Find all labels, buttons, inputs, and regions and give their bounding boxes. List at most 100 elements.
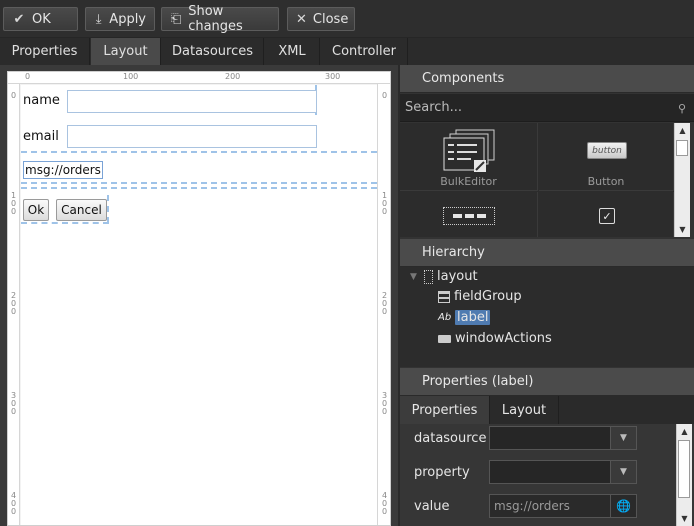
ruler-tick: 100	[123, 72, 139, 81]
ruler-tick: 300	[382, 391, 388, 416]
layout-icon	[424, 269, 433, 284]
toolbar: ✔ OK ⤓ Apply ⎗ Show changes ✕ Close	[0, 0, 694, 38]
layout-canvas-area: 0 100 200 300 0 100 200 300 400 0 100 20…	[0, 65, 398, 526]
right-panel: Components Search... ⚲ BulkEditor button…	[400, 65, 694, 526]
value-input[interactable]: msg://orders 🌐	[489, 494, 637, 518]
search-icon: ⚲	[677, 102, 686, 115]
canvas-ok-button[interactable]: Ok	[23, 199, 49, 221]
scrollbar-thumb[interactable]	[676, 140, 688, 156]
scroll-down-icon[interactable]: ▼	[675, 225, 690, 234]
tab-label-properties[interactable]: Properties	[400, 396, 490, 424]
tab-controller[interactable]: Controller	[321, 38, 408, 65]
field-group-icon	[438, 290, 450, 303]
component-name: BulkEditor	[440, 175, 497, 188]
property-grid: datasource ▼ property ▼ value msg://orde…	[400, 424, 694, 526]
ruler-right: 0 100 200 300 400	[377, 84, 390, 525]
ruler-tick: 400	[11, 491, 17, 516]
msg-label[interactable]: msg://orders	[23, 161, 103, 179]
download-icon: ⤓	[95, 11, 102, 27]
label-outline-bottom	[21, 187, 377, 189]
ruler-tick: 100	[382, 191, 388, 216]
properties-header[interactable]: Properties (label)	[400, 368, 694, 396]
scroll-up-icon[interactable]: ▲	[675, 126, 690, 135]
tree-node-layout[interactable]: ▼ layout	[410, 269, 478, 284]
tab-label-layout[interactable]: Layout	[490, 396, 559, 424]
property-label: property	[414, 465, 470, 480]
tree-node-label: fieldGroup	[454, 289, 522, 304]
close-button[interactable]: ✕ Close	[287, 7, 355, 31]
apply-button-label: Apply	[109, 11, 146, 27]
component-checkbox[interactable]: ✓	[539, 192, 674, 237]
ruler-tick: 300	[11, 391, 17, 416]
show-changes-button[interactable]: ⎗ Show changes	[161, 4, 279, 34]
name-field[interactable]	[67, 90, 317, 113]
checkbox-icon: ✓	[599, 208, 615, 224]
value-text: msg://orders	[494, 499, 570, 513]
tree-node-window-actions[interactable]: windowActions	[438, 331, 552, 346]
component-bulk-editor[interactable]: BulkEditor	[400, 123, 538, 191]
tree-node-field-group[interactable]: fieldGroup	[438, 289, 522, 304]
tree-node-label: layout	[437, 269, 478, 284]
changes-icon: ⎗	[170, 11, 182, 27]
scrollbar-thumb[interactable]	[678, 440, 690, 498]
component-search-input[interactable]: Search... ⚲	[400, 94, 694, 122]
chevron-down-icon[interactable]: ▼	[610, 427, 636, 449]
ok-button[interactable]: ✔ OK	[3, 7, 78, 31]
ruler-tick: 400	[382, 491, 388, 516]
ruler-tick: 200	[382, 291, 388, 316]
show-changes-button-label: Show changes	[188, 4, 243, 34]
ruler-tick: 0	[11, 91, 17, 100]
screen-designer: ✔ OK ⤓ Apply ⎗ Show changes ✕ Close Prop…	[0, 0, 694, 526]
button-icon: button	[587, 142, 627, 159]
ruler-tick: 0	[25, 72, 31, 81]
tab-datasources[interactable]: Datasources	[162, 38, 264, 65]
layout-page: name email msg://orders Ok Cancel	[21, 85, 377, 525]
bulk-editor-icon	[443, 129, 495, 172]
component-button[interactable]: button Button	[539, 123, 674, 191]
component-scrollbar[interactable]: ▲ ▼	[674, 123, 690, 237]
scroll-down-icon[interactable]: ▼	[677, 514, 692, 523]
property-select[interactable]: ▼	[489, 460, 637, 484]
search-placeholder: Search...	[405, 100, 463, 115]
label-outline	[21, 182, 377, 184]
email-field[interactable]	[67, 125, 317, 148]
property-tabs: Properties Layout	[400, 396, 694, 424]
ruler-tick: 200	[225, 72, 241, 81]
editor-tabs: Properties Layout Datasources XML Contro…	[0, 38, 694, 65]
field-group-bottom-outline	[21, 151, 377, 153]
components-header[interactable]: Components	[400, 65, 694, 93]
globe-icon[interactable]: 🌐	[610, 495, 636, 517]
tree-node-label: windowActions	[455, 331, 552, 346]
canvas-cancel-button[interactable]: Cancel	[56, 199, 107, 221]
window-actions-outline	[21, 222, 109, 224]
component-button-panel[interactable]	[400, 192, 538, 237]
properties-scrollbar[interactable]: ▲ ▼	[676, 424, 692, 526]
check-icon: ✔	[13, 11, 25, 27]
apply-button[interactable]: ⤓ Apply	[85, 7, 155, 31]
window-actions-icon	[438, 334, 451, 343]
value-label: value	[414, 499, 450, 514]
scroll-up-icon[interactable]: ▲	[677, 427, 692, 436]
tab-xml[interactable]: XML	[265, 38, 320, 65]
ruler-tick: 100	[11, 191, 17, 216]
collapse-arrow-icon[interactable]: ▼	[410, 272, 420, 282]
ruler-left: 0 100 200 300 400	[8, 84, 20, 525]
ruler-tick: 200	[11, 291, 17, 316]
chevron-down-icon[interactable]: ▼	[610, 461, 636, 483]
tree-node-label-selected[interactable]: Ab label	[438, 310, 491, 325]
datasource-select[interactable]: ▼	[489, 426, 637, 450]
close-button-label: Close	[312, 11, 349, 27]
close-icon: ✕	[296, 11, 307, 27]
label-icon: Ab	[438, 312, 452, 323]
datasource-label: datasource	[414, 431, 487, 446]
layout-canvas[interactable]: 0 100 200 300 0 100 200 300 400 0 100 20…	[7, 71, 391, 526]
tab-properties[interactable]: Properties	[0, 38, 90, 65]
name-label: name	[23, 93, 60, 108]
tab-layout[interactable]: Layout	[91, 38, 161, 65]
ruler-tick: 0	[382, 91, 388, 100]
hierarchy-header[interactable]: Hierarchy	[400, 239, 694, 267]
button-panel-icon	[443, 207, 495, 225]
tree-node-label: label	[455, 310, 491, 325]
component-palette: BulkEditor button Button ✓	[400, 123, 674, 237]
ruler-top: 0 100 200 300	[8, 72, 390, 84]
